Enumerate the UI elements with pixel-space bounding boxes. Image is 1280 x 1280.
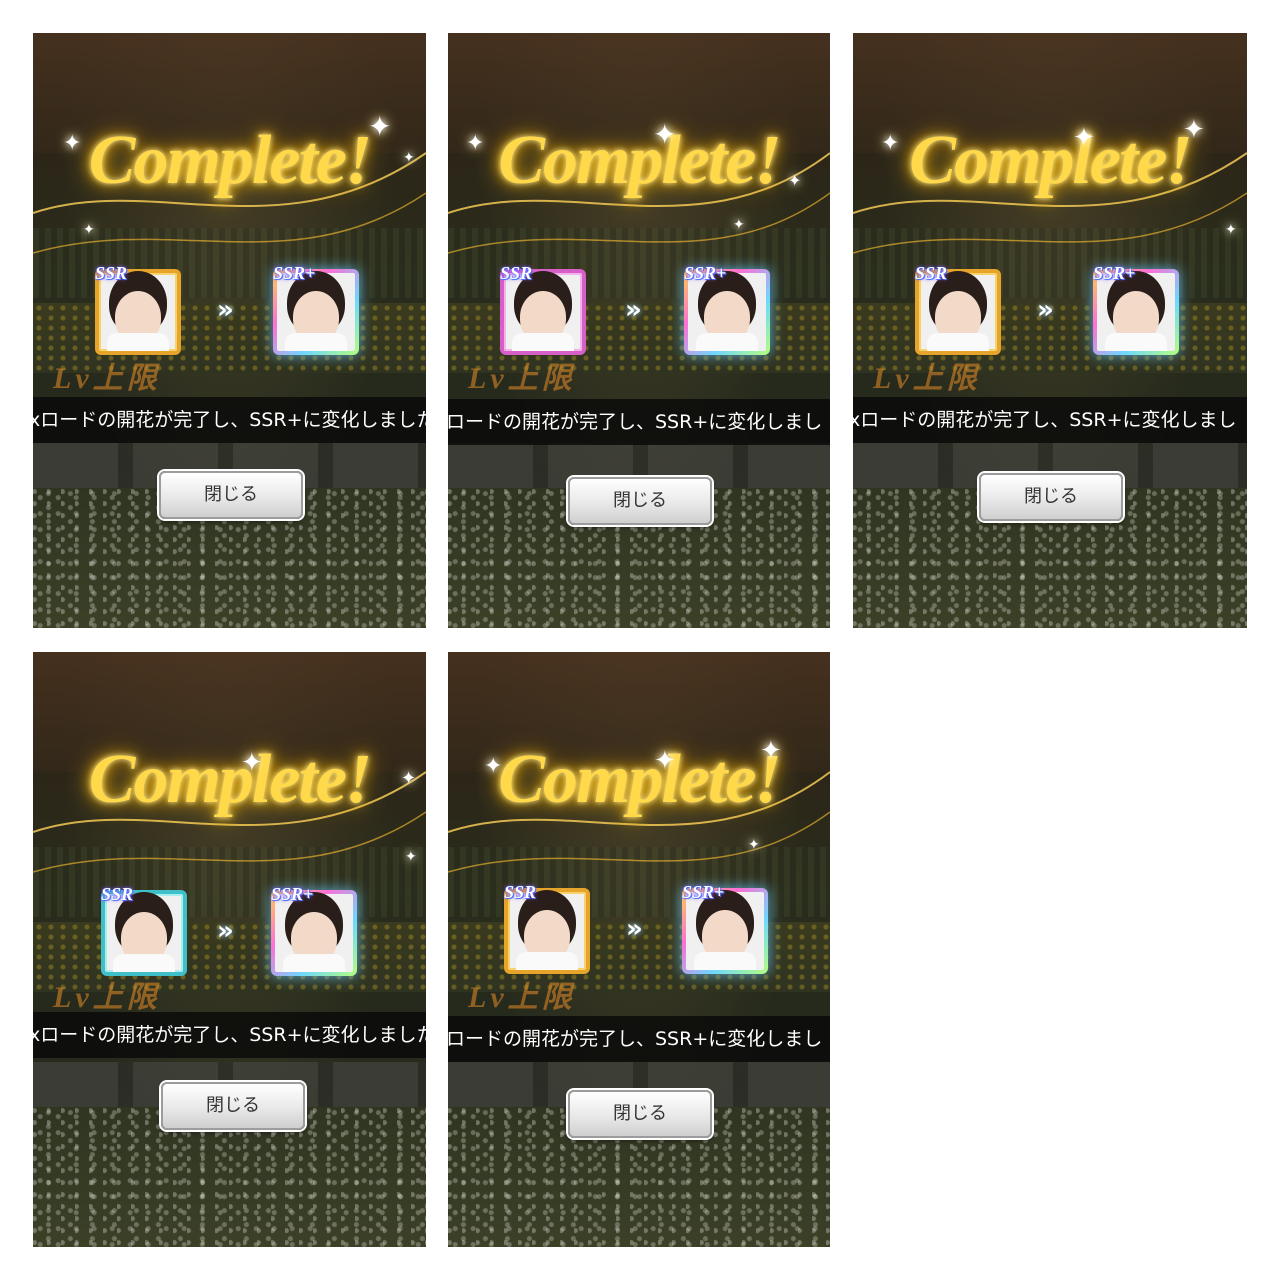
- rarity-badge-after: SSR+: [273, 263, 316, 283]
- card-before: SSR: [101, 884, 187, 976]
- chevron-right-icon: »: [625, 295, 642, 325]
- sparkle-icon: ✦: [1225, 222, 1237, 238]
- rarity-badge-before: SSR: [95, 263, 128, 283]
- sparkle-icon: ✦: [484, 754, 503, 779]
- sparkle-icon: ✦: [63, 131, 82, 156]
- close-button[interactable]: 閉じる: [161, 1082, 305, 1130]
- sparkle-icon: ✦: [653, 118, 677, 151]
- card-before: SSR: [915, 263, 1001, 355]
- card-after: SSR+: [273, 263, 359, 355]
- background-sign: Lv上限: [468, 362, 576, 395]
- rarity-badge-after: SSR+: [684, 263, 727, 283]
- sparkle-icon: ✦: [405, 849, 417, 865]
- result-message-bar: xロードの開花が完了し、SSR+に変化しました: [33, 1012, 426, 1058]
- portrait-outfit: [1105, 333, 1167, 351]
- sparkle-icon: ✦: [788, 171, 802, 190]
- close-button[interactable]: 閉じる: [979, 473, 1123, 521]
- background-sign: Lv上限: [873, 362, 981, 395]
- card-before: SSR: [504, 882, 590, 974]
- sparkle-icon: ✦: [760, 736, 782, 766]
- result-message-bar: xロードの開花が完了し、SSR+に変化しまし: [853, 397, 1247, 443]
- result-message: xロードの開花が完了し、SSR+に変化しまし: [853, 409, 1237, 431]
- background-sign: Lv上限: [53, 362, 161, 395]
- complete-screen-3: Lv上限 Complete! ✦ ✦ ✦ ✦ SSR » SSR+ xロードの開…: [853, 33, 1247, 628]
- sparkle-icon: ✦: [241, 748, 263, 778]
- portrait-outfit: [512, 333, 574, 351]
- chevron-right-icon: »: [217, 916, 234, 946]
- sparkle-icon: ✦: [654, 746, 676, 776]
- card-before: SSR: [95, 263, 181, 355]
- chevron-right-icon: »: [217, 295, 234, 325]
- result-message-bar: ロードの開花が完了し、SSR+に変化しまし: [448, 1016, 830, 1062]
- card-after: SSR+: [271, 884, 357, 976]
- sparkle-icon: ✦: [733, 217, 745, 233]
- sparkle-icon: ✦: [401, 768, 417, 789]
- background-sign: Lv上限: [468, 981, 576, 1014]
- complete-screen-5: Lv上限 Complete! ✦ ✦ ✦ ✦ SSR » SSR+ ロードの開花…: [448, 652, 830, 1247]
- sparkle-icon: ✦: [881, 131, 900, 156]
- sparkle-icon: ✦: [83, 222, 95, 238]
- complete-screen-4: Lv上限 Complete! ✦ ✦ ✦ SSR » SSR+ xロードの開花が…: [33, 652, 426, 1247]
- close-button[interactable]: 閉じる: [568, 477, 712, 525]
- result-message: ロードの開花が完了し、SSR+に変化しまし: [448, 1028, 823, 1050]
- card-after: SSR+: [682, 882, 768, 974]
- sparkle-icon: ✦: [1183, 115, 1205, 145]
- sparkle-icon: ✦: [466, 131, 485, 156]
- result-message: xロードの開花が完了し、SSR+に変化しました: [33, 1024, 426, 1046]
- portrait-outfit: [107, 333, 169, 351]
- sparkle-icon: ✦: [368, 110, 392, 143]
- rarity-badge-before: SSR: [504, 882, 537, 902]
- complete-screen-2: Lv上限 Complete! ✦ ✦ ✦ ✦ SSR » SSR+ ロードの開花…: [448, 33, 830, 628]
- portrait-outfit: [113, 954, 175, 972]
- complete-title: Complete!: [88, 741, 372, 818]
- chevron-right-icon: »: [626, 914, 643, 944]
- close-button[interactable]: 閉じる: [159, 471, 303, 519]
- result-message: xロードの開花が完了し、SSR+に変化しました: [33, 409, 426, 431]
- portrait-outfit: [927, 333, 989, 351]
- rarity-badge-before: SSR: [101, 884, 134, 904]
- result-message: ロードの開花が完了し、SSR+に変化しまし: [448, 411, 823, 433]
- card-after: SSR+: [1093, 263, 1179, 355]
- result-message-bar: ロードの開花が完了し、SSR+に変化しまし: [448, 399, 830, 445]
- sparkle-icon: ✦: [403, 150, 415, 166]
- rarity-badge-before: SSR: [500, 263, 533, 283]
- card-before: SSR: [500, 263, 586, 355]
- portrait-outfit: [694, 952, 756, 970]
- portrait-outfit: [516, 952, 578, 970]
- sparkle-icon: ✦: [1073, 123, 1095, 153]
- chevron-right-icon: »: [1037, 295, 1054, 325]
- result-message-bar: xロードの開花が完了し、SSR+に変化しました: [33, 397, 426, 443]
- sparkle-icon: ✦: [748, 837, 760, 853]
- rarity-badge-after: SSR+: [271, 884, 314, 904]
- card-after: SSR+: [684, 263, 770, 355]
- portrait-outfit: [696, 333, 758, 351]
- rarity-badge-before: SSR: [915, 263, 948, 283]
- complete-screen-1: Lv上限 Complete! ✦ ✦ ✦ ✦ SSR » SSR+ xロードの開…: [33, 33, 426, 628]
- rarity-badge-after: SSR+: [1093, 263, 1136, 283]
- portrait-outfit: [285, 333, 347, 351]
- close-button[interactable]: 閉じる: [568, 1090, 712, 1138]
- rarity-badge-after: SSR+: [682, 882, 725, 902]
- portrait-outfit: [283, 954, 345, 972]
- complete-title: Complete!: [498, 122, 781, 199]
